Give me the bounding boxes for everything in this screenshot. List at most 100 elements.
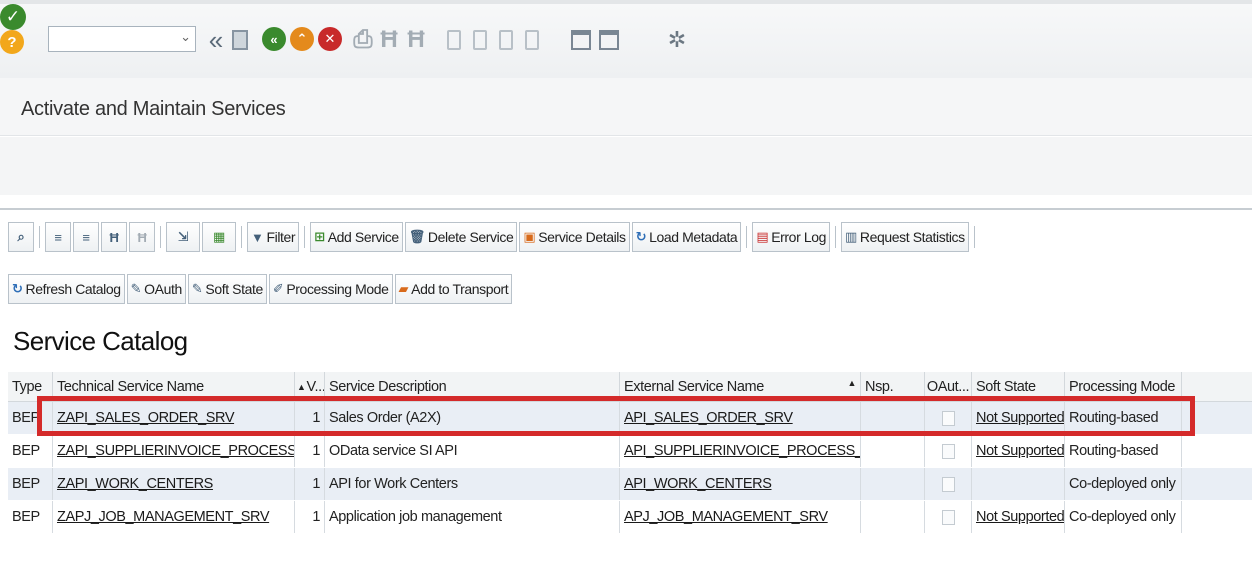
checkmark-icon[interactable]: ✓ — [0, 4, 26, 30]
cell-soft-state[interactable] — [972, 468, 1065, 500]
soft-state-link[interactable]: Not Supported — [976, 509, 1064, 525]
column-header-processing-mode[interactable]: Processing Mode — [1065, 372, 1182, 401]
exit-icon[interactable]: ⌃ — [290, 27, 314, 51]
find-icon[interactable]: Ħ — [101, 222, 127, 252]
first-page-icon[interactable] — [444, 26, 464, 54]
delete-service-button[interactable]: 🗑 Delete Service — [404, 222, 518, 252]
section-title: Service Catalog — [13, 326, 188, 356]
soft-state-link[interactable]: Not Supported — [976, 410, 1064, 426]
column-header-technical-name[interactable]: Technical Service Name — [53, 372, 295, 401]
back-icon[interactable]: « — [262, 27, 286, 51]
divider — [304, 226, 306, 248]
cell-namespace — [861, 435, 925, 467]
chevron-down-icon[interactable]: ⌄ — [180, 29, 191, 45]
cell-external-name[interactable]: API_SUPPLIERINVOICE_PROCESS_SRV — [620, 435, 861, 467]
cell-soft-state[interactable]: Not Supported — [972, 402, 1065, 434]
add-service-button[interactable]: ⊞ Add Service — [310, 222, 403, 252]
alv-toolbar-secondary: ↻ Refresh Catalog ✎ OAuth ✎ Soft State ✐… — [8, 274, 513, 304]
column-header-external-name[interactable]: External Service Name ▲ — [620, 372, 861, 401]
application-toolbar — [0, 137, 1252, 195]
external-name-link[interactable]: API_WORK_CENTERS — [624, 476, 772, 492]
column-header-external-name-label: External Service Name — [624, 378, 764, 395]
cell-technical-name[interactable]: ZAPI_WORK_CENTERS — [53, 468, 295, 500]
previous-page-icon[interactable] — [470, 26, 490, 54]
find-icon[interactable]: Ħ — [378, 26, 400, 54]
column-header-soft-state[interactable]: Soft State — [972, 372, 1065, 401]
filter-icon: ▼ — [251, 229, 264, 245]
double-chevron-left-icon[interactable]: « — [204, 25, 228, 55]
add-to-transport-button[interactable]: ▰ Add to Transport — [394, 274, 513, 304]
last-page-icon[interactable] — [522, 26, 542, 54]
column-header-type[interactable]: Type — [8, 372, 53, 401]
oauth-checkbox[interactable] — [941, 476, 955, 492]
cell-description: Application job management — [325, 501, 620, 533]
cancel-icon[interactable]: ✕ — [318, 27, 342, 51]
oauth-checkbox[interactable] — [941, 509, 955, 525]
trash-icon: 🗑 — [408, 229, 426, 244]
cell-external-name[interactable]: API_SALES_ORDER_SRV — [620, 402, 861, 434]
column-header-version[interactable]: ▲ V... — [295, 372, 325, 401]
error-log-button[interactable]: ▤ Error Log — [752, 222, 830, 252]
column-header-namespace[interactable]: Nsp. — [861, 372, 925, 401]
cell-technical-name[interactable]: ZAPJ_JOB_MANAGEMENT_SRV — [53, 501, 295, 533]
next-page-icon[interactable] — [496, 26, 516, 54]
cell-soft-state[interactable]: Not Supported — [972, 501, 1065, 533]
oauth-checkbox[interactable] — [941, 443, 955, 459]
pencil-icon: ✎ — [191, 281, 203, 296]
external-name-link[interactable]: APJ_JOB_MANAGEMENT_SRV — [624, 509, 828, 525]
details-icon[interactable]: ⌕ — [8, 222, 34, 252]
refresh-icon: ↻ — [12, 281, 23, 296]
load-metadata-label: Load Metadata — [649, 229, 738, 245]
export-icon[interactable]: ⇲ — [166, 222, 200, 252]
cell-external-name[interactable]: API_WORK_CENTERS — [620, 468, 861, 500]
refresh-catalog-label: Refresh Catalog — [25, 281, 122, 297]
table-row[interactable]: BEP ZAPI_SUPPLIERINVOICE_PROCESS_SRV 1 O… — [8, 435, 1252, 468]
technical-name-link[interactable]: ZAPJ_JOB_MANAGEMENT_SRV — [57, 509, 270, 525]
external-name-link[interactable]: API_SUPPLIERINVOICE_PROCESS_SRV — [624, 443, 860, 459]
shortcut-icon[interactable] — [598, 26, 620, 54]
print-icon[interactable]: ⎙ — [352, 26, 374, 54]
oauth-checkbox[interactable] — [941, 410, 955, 426]
technical-name-link[interactable]: ZAPI_WORK_CENTERS — [57, 476, 213, 492]
table-row[interactable]: BEP ZAPJ_JOB_MANAGEMENT_SRV 1 Applicatio… — [8, 501, 1252, 534]
technical-name-link[interactable]: ZAPI_SALES_ORDER_SRV — [57, 410, 234, 426]
cell-technical-name[interactable]: ZAPI_SALES_ORDER_SRV — [53, 402, 295, 434]
cell-description: OData service SI API — [325, 435, 620, 467]
truck-icon: ▰ — [398, 281, 409, 296]
column-header-description[interactable]: Service Description — [325, 372, 620, 401]
filter-button[interactable]: ▼ Filter — [247, 222, 300, 252]
help-icon[interactable]: ? — [0, 30, 24, 54]
table-row[interactable]: BEP ZAPI_WORK_CENTERS 1 API for Work Cen… — [8, 468, 1252, 501]
find-next-icon[interactable]: Ħ — [404, 26, 428, 54]
sort-descending-icon[interactable]: ≡ — [73, 222, 99, 252]
soft-state-button[interactable]: ✎ Soft State — [187, 274, 267, 304]
divider — [0, 208, 1252, 210]
service-details-button[interactable]: ▣ Service Details — [519, 222, 630, 252]
new-session-icon[interactable] — [570, 26, 592, 54]
table-row[interactable]: BEP ZAPI_SALES_ORDER_SRV 1 Sales Order (… — [8, 402, 1252, 435]
column-header-oauth[interactable]: OAut... — [925, 372, 972, 401]
cell-version: 1 — [295, 468, 325, 500]
technical-name-link[interactable]: ZAPI_SUPPLIERINVOICE_PROCESS_SRV — [57, 443, 294, 459]
layout-icon[interactable]: ▦ — [202, 222, 236, 252]
processing-mode-label: Processing Mode — [286, 281, 389, 297]
cell-technical-name[interactable]: ZAPI_SUPPLIERINVOICE_PROCESS_SRV — [53, 435, 295, 467]
cell-processing-mode: Co-deployed only — [1065, 501, 1182, 533]
settings-icon[interactable]: ✲ — [666, 26, 688, 54]
soft-state-link[interactable]: Not Supported — [976, 443, 1064, 459]
divider — [746, 226, 748, 248]
cell-external-name[interactable]: APJ_JOB_MANAGEMENT_SRV — [620, 501, 861, 533]
sort-ascending-icon[interactable]: ≡ — [45, 222, 71, 252]
save-icon[interactable] — [230, 26, 250, 54]
refresh-icon: ↻ — [635, 229, 647, 244]
request-statistics-button[interactable]: ▥ Request Statistics — [840, 222, 969, 252]
processing-mode-button[interactable]: ✐ Processing Mode — [268, 274, 393, 304]
log-icon: ▤ — [756, 229, 769, 244]
refresh-catalog-button[interactable]: ↻ Refresh Catalog — [8, 274, 125, 304]
command-field[interactable]: ⌄ — [48, 26, 196, 52]
find-next-icon[interactable]: Ħ — [129, 222, 155, 252]
load-metadata-button[interactable]: ↻ Load Metadata — [631, 222, 742, 252]
cell-soft-state[interactable]: Not Supported — [972, 435, 1065, 467]
oauth-button[interactable]: ✎ OAuth — [126, 274, 186, 304]
external-name-link[interactable]: API_SALES_ORDER_SRV — [624, 410, 793, 426]
